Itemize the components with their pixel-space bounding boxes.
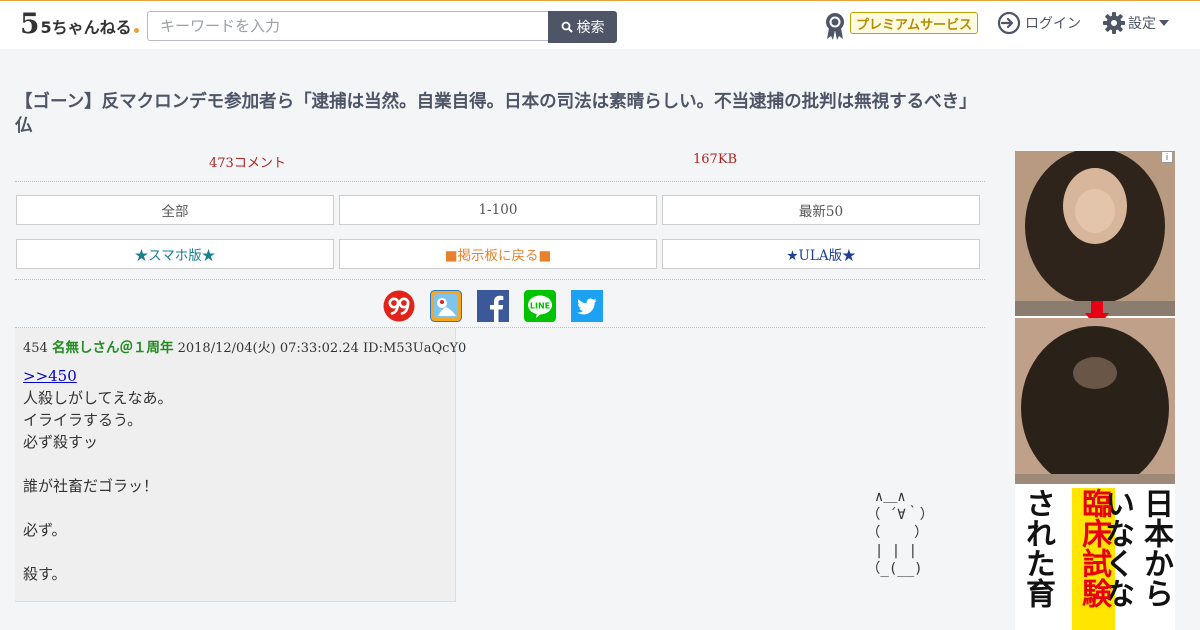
post-meta: 454 名無しさん＠１周年 2018/12/04(火) 07:33:02.24 … [23,336,466,356]
search-button[interactable]: 検索 [548,11,617,43]
post-line: 誰が社畜だゴラッ！ [23,477,159,495]
nav-row-secondary: ★スマホ版★ ■掲示板に戻る■ ★ULA版★ [16,239,982,269]
nav-1-100-button[interactable]: 1-100 [339,195,657,225]
login-button[interactable]: ログイン [997,10,1081,36]
ad-photo-before [1015,151,1175,316]
ad-text-col4: された育 [1020,488,1055,608]
ad-text-col1: 日本から [1138,488,1173,608]
rss-reader-icon[interactable] [430,290,462,322]
logo-dot [133,28,139,33]
premium-service-label: プレミアムサービス [856,17,973,33]
ninety-nine-icon[interactable] [383,290,415,322]
award-icon[interactable] [823,11,847,41]
logo-five: 5 [20,7,40,40]
post-line: 必ず。 [23,521,67,539]
nav-ula-button[interactable]: ★ULA版★ [662,239,980,269]
logo-text: 5ちゃんねる [40,18,132,37]
search-icon [561,21,573,33]
settings-menu[interactable]: 設定 [1102,10,1169,36]
post-number[interactable]: 454 [23,341,48,356]
settings-label: 設定 [1128,16,1156,32]
site-header: 5 5ちゃんねる 検索 プレミアムサービス ログイン [0,1,1200,49]
nav-all-button[interactable]: 全部 [16,195,334,225]
search-button-label: 検索 [576,20,605,36]
login-label: ログイン [1025,16,1081,32]
gear-icon [1103,12,1125,34]
post-line: 殺す。 [23,565,67,583]
post-author: 名無しさん＠１周年 [51,340,174,356]
line-icon[interactable]: LINE [524,290,556,322]
thread-title: 【ゴーン】反マクロンデモ参加者ら「逮捕は当然。自業自得。日本の司法は素晴らしい。… [15,92,977,136]
facebook-icon[interactable] [477,290,509,322]
reply-anchor-link[interactable]: >>450 [23,367,77,385]
post-line [23,541,443,563]
divider [15,279,985,280]
nav-back-to-board-button[interactable]: ■掲示板に戻る■ [339,239,657,269]
post-454: 454 名無しさん＠１周年 2018/12/04(火) 07:33:02.24 … [15,328,466,602]
thread-size: 167KB [693,152,738,167]
ad-info-icon[interactable]: i [1161,151,1173,163]
comment-count: 473コメント [209,156,286,171]
post-line [23,497,443,519]
post-body: >>450 人殺しがしてえなあ。 イライラするう。 必ず殺すッ 誰が社畜だゴラッ… [23,365,443,585]
post-date: 2018/12/04(火) 07:33:02.24 [177,341,359,356]
line-icon-label: LINE [530,302,550,311]
twitter-icon[interactable] [571,290,603,322]
login-icon [997,11,1021,35]
site-logo[interactable]: 5 5ちゃんねる [20,9,139,41]
nav-row-primary: 全部 1-100 最新50 [16,195,982,225]
post-line: 人殺しがしてえなあ。 [23,389,173,407]
ascii-art-cat: ∧＿∧ （ ´∀｀） （ ） | | | （_(__) [866,489,934,577]
chevron-down-icon [1159,20,1169,26]
post-line: イライラするう。 [23,411,143,429]
nav-smartphone-button[interactable]: ★スマホ版★ [16,239,334,269]
nav-latest50-button[interactable]: 最新50 [662,195,980,225]
advertisement[interactable]: i 日本から いなくな 臨床試験 された育 [1015,151,1175,630]
post-id[interactable]: ID:M53UaQcY0 [363,341,466,356]
post-line: 必ず殺すッ [23,433,99,451]
ad-photo-after [1015,318,1175,490]
premium-service-button[interactable]: プレミアムサービス [850,12,979,34]
post-line [23,453,443,475]
thread-stats: 473コメント 167KB [15,150,985,182]
ad-text-col3: 臨床試験 [1076,488,1111,608]
search-input[interactable] [147,11,549,41]
